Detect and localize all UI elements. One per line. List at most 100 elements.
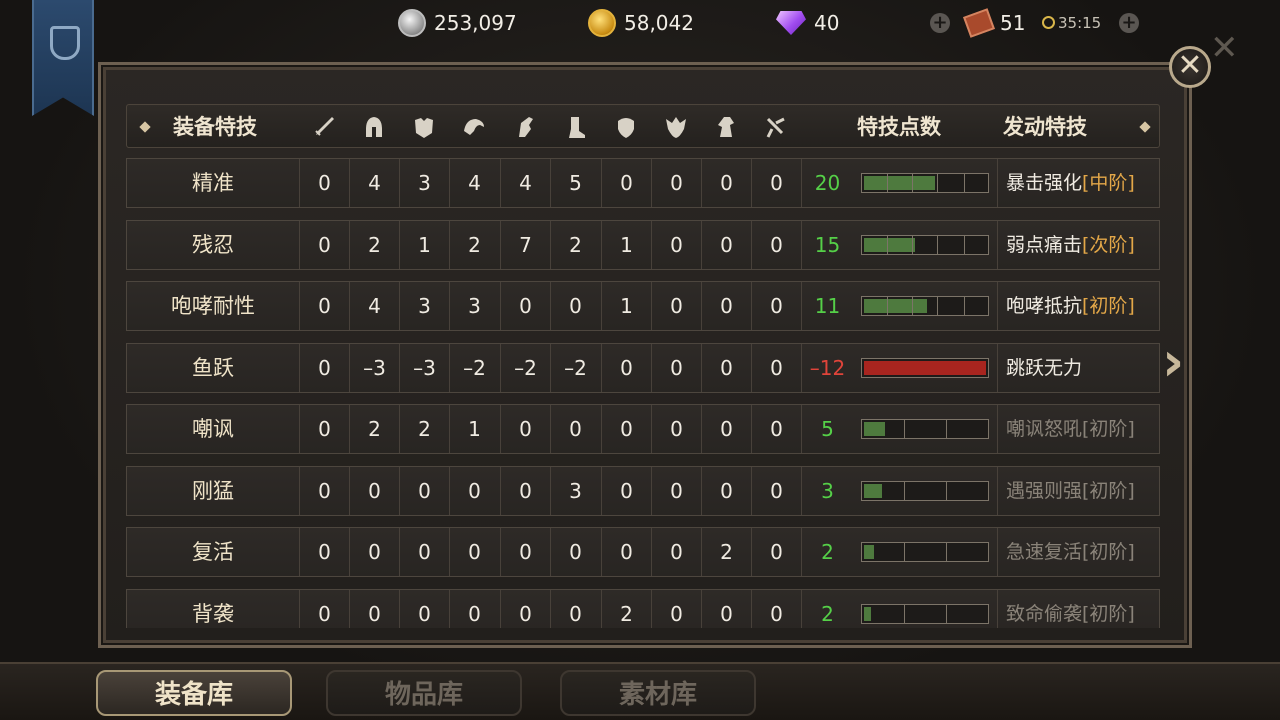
skill-points-bar: [861, 480, 989, 501]
skill-table: 精准 0 4 3 4 4 5 0 0 0 0 20 暴击强化[中阶] 残忍 0 2 1 2 7 2 1 0 0 0 15 弱点痛击…: [126, 158, 1160, 628]
slot-value: 0: [349, 466, 399, 515]
slot-value: 0: [500, 589, 550, 628]
skill-points-value: 2: [801, 589, 853, 628]
skill-points-value: 2: [801, 528, 853, 576]
clock-icon: [1042, 16, 1055, 29]
slot-value: 0: [701, 220, 751, 269]
bar-segment-divider: [937, 235, 938, 254]
skill-points-value: 3: [801, 466, 853, 515]
slot-value: 0: [751, 282, 801, 330]
skill-tier: [中阶]: [1082, 172, 1135, 194]
bar-segment-divider: [912, 235, 913, 254]
slot-value: 0: [550, 589, 600, 628]
slot-value: 0: [651, 343, 701, 392]
activated-skill-name: 咆哮抵抗: [1006, 295, 1083, 317]
slot-value: 4: [500, 159, 550, 207]
activated-skill-name: 嘲讽怒吼: [1006, 418, 1083, 440]
skill-row[interactable]: 精准 0 4 3 4 4 5 0 0 0 0 20 暴击强化[中阶]: [126, 158, 1160, 208]
slot-value: 0: [550, 528, 600, 576]
activated-skill: 跳跃无力: [997, 343, 1160, 392]
skill-tier: [初阶]: [1082, 602, 1135, 625]
slot-value: 0: [500, 466, 550, 515]
slot-value: 0: [651, 405, 701, 453]
slot-value: 0: [449, 528, 499, 576]
shield-icon: [618, 118, 634, 138]
slot-value: 3: [399, 159, 449, 207]
skill-points-bar-fill: [864, 237, 915, 252]
slot-value: 0: [651, 466, 701, 515]
slot-value: 0: [299, 343, 349, 392]
skill-points-bar-fill: [864, 176, 935, 190]
gauntlet-icon: [519, 117, 533, 137]
skill-row[interactable]: 咆哮耐性 0 4 3 3 0 0 1 0 0 0 11 咆哮抵抗[初阶]: [126, 281, 1160, 331]
skill-row[interactable]: 鱼跃 0 –3 –3 –2 –2 –2 0 0 0 0 –12 跳跃无力: [126, 342, 1160, 393]
slot-value: 0: [449, 466, 499, 515]
chest-armor-icon: [415, 118, 433, 138]
slot-value: 0: [349, 528, 399, 576]
slot-value: 3: [550, 466, 600, 515]
slot-value: 0: [299, 466, 349, 515]
silver-amount: 253,097: [434, 11, 517, 35]
close-icon-ghost: ✕: [1210, 28, 1239, 68]
slot-value: 0: [550, 405, 600, 453]
slot-value: 0: [500, 405, 550, 453]
bar-segment-divider: [904, 604, 905, 623]
slot-value: 2: [601, 589, 651, 628]
slot-value: 0: [651, 589, 701, 628]
header-active-skill: 发动特技: [1003, 115, 1087, 139]
tab-items[interactable]: 物品库: [326, 670, 522, 716]
activated-skill: 弱点痛击[次阶]: [997, 220, 1160, 269]
slot-value: 0: [751, 589, 801, 628]
slot-value: 0: [500, 528, 550, 576]
close-button[interactable]: ✕: [1169, 46, 1211, 88]
skill-row[interactable]: 复活 0 0 0 0 0 0 0 0 2 0 2 急速复活[初阶]: [126, 527, 1160, 577]
skill-row[interactable]: 刚猛 0 0 0 0 0 3 0 0 0 0 3 遇强则强[初阶]: [126, 465, 1160, 516]
skill-row[interactable]: 嘲讽 0 2 2 1 0 0 0 0 0 0 5 嘲讽怒吼[初阶]: [126, 404, 1160, 454]
slot-value: 0: [299, 405, 349, 453]
skill-points-value: 20: [801, 159, 853, 207]
pauldron-icon: [464, 119, 484, 135]
slot-value: –2: [550, 343, 600, 392]
slot-value: 0: [299, 589, 349, 628]
bar-segment-divider: [912, 297, 913, 315]
activated-skill-name: 跳跃无力: [1006, 356, 1083, 379]
slot-value: 0: [751, 159, 801, 207]
slot-value: –2: [449, 343, 499, 392]
activated-skill-name: 弱点痛击: [1006, 233, 1083, 256]
diamond-ornament-icon: [139, 121, 151, 133]
slot-value: 1: [399, 220, 449, 269]
activated-skill-name: 急速复活: [1006, 541, 1083, 563]
skill-points-bar-fill: [864, 483, 882, 498]
bar-segment-divider: [912, 174, 913, 192]
slot-value: 0: [651, 220, 701, 269]
skill-name: 残忍: [192, 232, 234, 257]
slot-value: –3: [349, 343, 399, 392]
helmet-icon: [366, 117, 382, 137]
next-page-arrow-icon[interactable]: ›: [1162, 330, 1184, 393]
bar-segment-divider: [904, 481, 905, 500]
ticket-amount: 51: [1000, 11, 1026, 35]
slot-value: 0: [751, 405, 801, 453]
tab-equipment[interactable]: 装备库: [96, 670, 292, 716]
currency-bar: 253,097 58,042 40 + 51 35:15 +: [0, 0, 1280, 46]
slot-value: 0: [349, 589, 399, 628]
skill-row[interactable]: 残忍 0 2 1 2 7 2 1 0 0 0 15 弱点痛击[次阶]: [126, 219, 1160, 270]
slot-value: 0: [701, 343, 751, 392]
add-gems-button[interactable]: +: [930, 8, 950, 38]
slot-value: 0: [701, 405, 751, 453]
skill-row[interactable]: 背袭 0 0 0 0 0 0 2 0 0 0 2 致命偷袭[初阶]: [126, 588, 1160, 628]
slot-value: 4: [349, 159, 399, 207]
skill-points-value: 11: [801, 282, 853, 330]
slot-value: 4: [449, 159, 499, 207]
bar-segment-divider: [887, 174, 888, 192]
accessory-icon: [766, 117, 785, 138]
plus-icon: +: [1119, 13, 1139, 33]
slot-value: 0: [601, 528, 651, 576]
slot-value: 0: [701, 466, 751, 515]
tab-materials[interactable]: 素材库: [560, 670, 756, 716]
activated-skill: 暴击强化[中阶]: [997, 159, 1160, 207]
add-tickets-button[interactable]: +: [1119, 8, 1139, 38]
slot-value: 0: [399, 466, 449, 515]
slot-value: 0: [299, 282, 349, 330]
slot-value: 0: [751, 220, 801, 269]
